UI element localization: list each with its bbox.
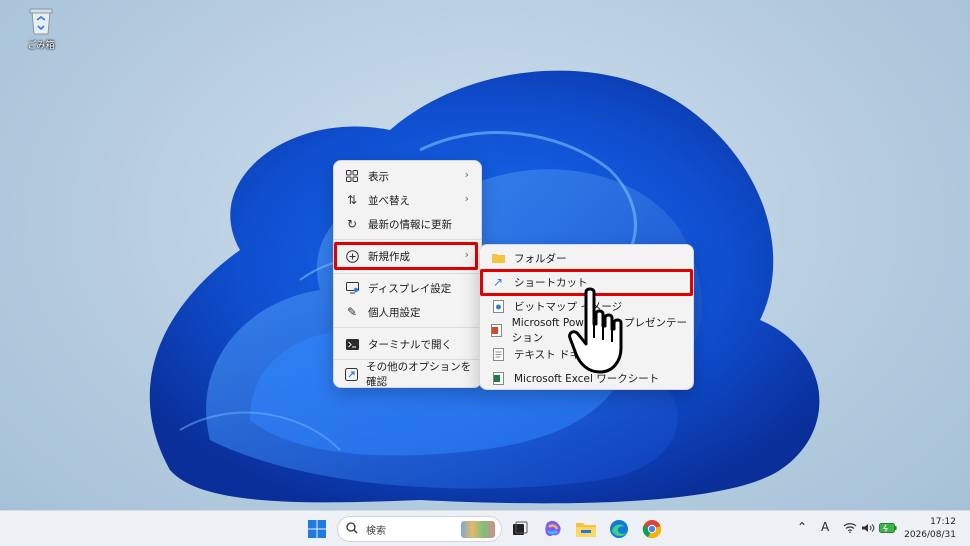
shortcut-arrow-icon: ↗: [492, 275, 504, 289]
file-explorer-icon: [576, 523, 596, 537]
menu-item-label: 表示: [368, 170, 389, 183]
menu-item-view[interactable]: 表示 ›: [338, 165, 477, 187]
display-settings-icon: [344, 280, 360, 296]
powerpoint-icon: [490, 322, 504, 338]
chrome-icon: [642, 520, 662, 539]
menu-item-refresh[interactable]: ↻ 最新の情報に更新: [338, 213, 477, 235]
add-icon: [344, 248, 360, 264]
excel-icon: [490, 370, 506, 386]
submenu-item-label: フォルダー: [514, 252, 567, 265]
terminal-icon: [344, 336, 360, 352]
submenu-item-folder[interactable]: フォルダー: [484, 247, 689, 269]
recycle-bin-label: ごみ箱: [27, 41, 55, 51]
search-icon: [346, 521, 358, 537]
file-explorer-button[interactable]: [574, 517, 598, 541]
menu-item-label: その他のオプションを確認: [366, 361, 472, 388]
menu-item-sort[interactable]: ⇅ 並べ替え ›: [338, 189, 477, 211]
chevron-right-icon: ›: [464, 192, 469, 205]
menu-item-label: ディスプレイ設定: [368, 282, 452, 295]
search-highlight-image: [461, 521, 495, 538]
text-document-icon: [490, 346, 506, 362]
menu-item-more-options[interactable]: その他のオプションを確認: [338, 361, 477, 388]
menu-separator: [334, 273, 481, 274]
hand-pointer-icon: [568, 287, 623, 374]
bitmap-icon: [490, 298, 506, 314]
taskbar: 検索 ⌃ A 17:12 2026/08/31: [0, 510, 970, 546]
recycle-bin-icon: [27, 6, 55, 36]
copilot-icon: [545, 520, 561, 537]
menu-item-open-terminal[interactable]: ターミナルで開く: [338, 333, 477, 355]
edge-icon: [610, 520, 628, 538]
menu-item-label: 個人用設定: [368, 306, 421, 319]
windows-logo-icon: [308, 520, 326, 538]
taskbar-search-box[interactable]: 検索: [337, 516, 502, 542]
wifi-icon[interactable]: [843, 522, 857, 536]
menu-item-display-settings[interactable]: ディスプレイ設定: [338, 277, 477, 299]
menu-item-new[interactable]: 新規作成 ›: [338, 245, 477, 267]
search-placeholder: 検索: [366, 525, 386, 537]
chrome-browser-button[interactable]: [640, 517, 664, 541]
desktop-context-menu: 表示 › ⇅ 並べ替え › ↻ 最新の情報に更新 新規作成 › ディスプレイ設定…: [333, 160, 482, 388]
menu-item-label: 並べ替え: [368, 194, 410, 207]
clock-time: 17:12: [930, 517, 956, 527]
refresh-icon: ↻: [346, 217, 358, 231]
taskbar-clock[interactable]: 17:12 2026/08/31: [904, 516, 956, 542]
chevron-up-icon[interactable]: ⌃: [797, 520, 807, 534]
menu-item-personalize[interactable]: ✎ 個人用設定: [338, 301, 477, 323]
folder-icon: [490, 250, 506, 266]
menu-item-label: 新規作成: [368, 250, 410, 263]
menu-separator: [334, 239, 481, 240]
task-view-icon: [513, 521, 528, 535]
battery-icon[interactable]: [879, 522, 897, 536]
copilot-button[interactable]: [541, 517, 565, 541]
ime-mode-indicator[interactable]: A: [821, 520, 829, 534]
task-view-button[interactable]: [508, 517, 532, 541]
start-button[interactable]: [305, 517, 329, 541]
grid-icon: [344, 168, 360, 184]
menu-item-label: 最新の情報に更新: [368, 218, 452, 231]
clock-date: 2026/08/31: [904, 530, 956, 540]
recycle-bin-shortcut[interactable]: ごみ箱: [20, 6, 62, 51]
chevron-right-icon: ›: [464, 248, 469, 261]
edge-browser-button[interactable]: [607, 517, 631, 541]
menu-separator: [334, 327, 481, 328]
brush-icon: ✎: [346, 305, 358, 319]
more-options-icon: [344, 366, 358, 382]
sort-icon: ⇅: [346, 193, 358, 207]
chevron-right-icon: ›: [464, 168, 469, 181]
menu-item-label: ターミナルで開く: [368, 338, 452, 351]
volume-icon[interactable]: [861, 522, 875, 536]
